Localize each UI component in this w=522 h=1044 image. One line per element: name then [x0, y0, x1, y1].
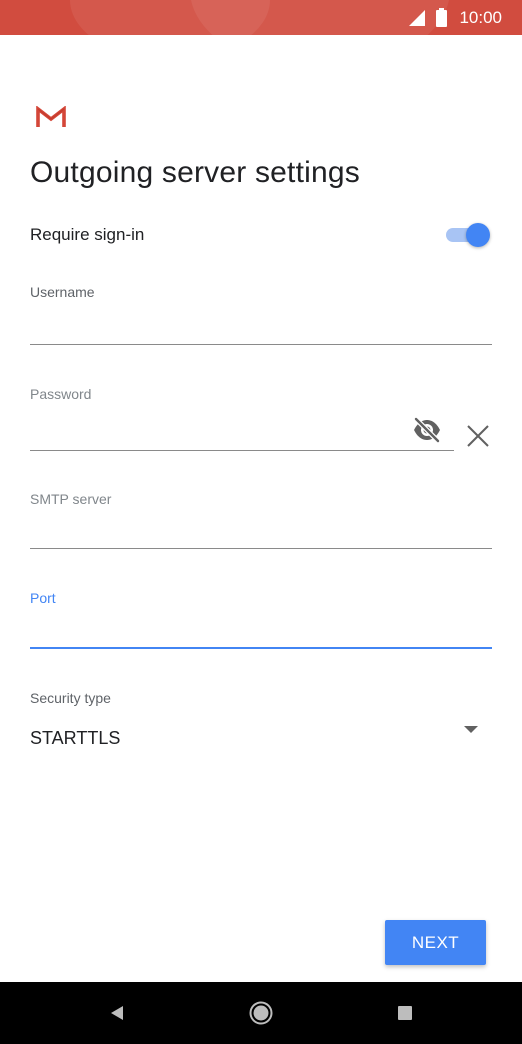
username-input[interactable] — [30, 312, 492, 342]
nav-recents-button[interactable] — [390, 998, 420, 1028]
smtp-server-input[interactable] — [30, 517, 492, 547]
password-label: Password — [30, 386, 92, 402]
require-sign-in-row: Require sign-in — [30, 222, 492, 248]
port-field-group: Port — [30, 590, 492, 650]
back-icon — [111, 1006, 123, 1020]
dropdown-arrow-icon — [464, 726, 478, 733]
switch-thumb — [466, 223, 490, 247]
smtp-server-field-group: SMTP server — [30, 491, 492, 551]
clear-password-icon[interactable] — [466, 424, 490, 448]
signal-icon — [409, 9, 426, 26]
nav-back-button[interactable] — [102, 998, 132, 1028]
hide-password-icon[interactable] — [412, 417, 442, 443]
navigation-bar — [0, 982, 522, 1044]
gmail-logo-icon — [36, 106, 66, 128]
status-bar: 10:00 — [0, 0, 522, 35]
smtp-server-label: SMTP server — [30, 491, 112, 507]
next-button[interactable]: NEXT — [385, 920, 486, 965]
security-type-group: Security type — [30, 690, 492, 710]
battery-icon — [436, 8, 448, 27]
status-icons: 10:00 — [408, 0, 502, 35]
password-input[interactable] — [30, 418, 402, 448]
username-field-group: Username — [30, 284, 492, 346]
port-label: Port — [30, 590, 56, 606]
smtp-server-underline — [30, 548, 492, 549]
nav-home-button[interactable] — [246, 998, 276, 1028]
security-type-label: Security type — [30, 690, 111, 706]
recents-icon — [398, 1006, 412, 1020]
port-underline — [30, 647, 492, 649]
password-underline — [30, 450, 454, 451]
port-input[interactable] — [30, 616, 492, 646]
username-underline — [30, 344, 492, 345]
status-time: 10:00 — [459, 7, 502, 27]
require-sign-in-label: Require sign-in — [30, 225, 145, 244]
home-icon — [249, 1001, 273, 1025]
require-sign-in-switch[interactable] — [446, 223, 490, 247]
security-type-value: STARTTLS — [30, 728, 121, 748]
password-field-group: Password — [30, 386, 454, 452]
username-label: Username — [30, 284, 95, 300]
page-title: Outgoing server settings — [30, 156, 360, 189]
